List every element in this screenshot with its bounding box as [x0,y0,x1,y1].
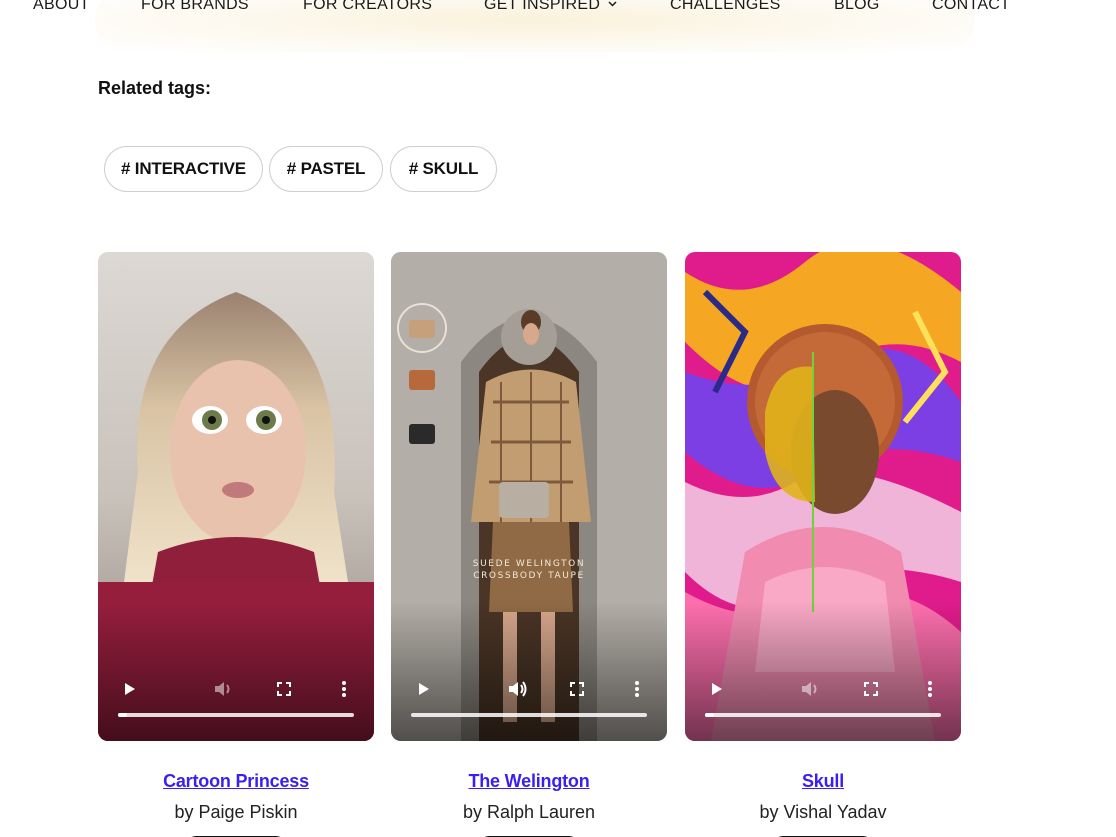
card-title-link[interactable]: Cartoon Princess [98,771,374,792]
nav-item-challenges[interactable]: CHALLENGES [670,0,781,15]
effect-card-cartoon-princess: Cartoon Princess by Paige Piskin [98,252,374,837]
tag-pastel[interactable]: # PASTEL [269,146,383,192]
video-controls [685,677,961,701]
play-icon[interactable] [117,677,141,701]
volume-icon[interactable] [798,677,822,701]
overlay-caption-line-1: SUEDE WELINGTON [472,559,586,569]
video-controls-shade [685,601,961,741]
overlay-caption-line-2: CROSSBODY TAUPE [473,571,585,581]
video-progress-fill [705,713,715,717]
video-progress-bar[interactable] [411,713,647,717]
nav-item-contact[interactable]: CONTACT [932,0,1010,15]
more-vertical-icon[interactable] [918,677,942,701]
more-vertical-icon[interactable] [625,677,649,701]
more-vertical-icon[interactable] [332,677,356,701]
effect-card-the-welington: SUEDE WELINGTON CROSSBODY TAUPE The Weli… [391,252,667,837]
card-author: by Vishal Yadav [759,802,887,822]
card-author: by Paige Piskin [174,802,298,822]
tag-interactive[interactable]: # INTERACTIVE [104,146,263,192]
video-progress-bar[interactable] [705,713,941,717]
video-controls [391,677,667,701]
video-progress-bar[interactable] [118,713,354,717]
video-controls [98,677,374,701]
video-player[interactable]: SUEDE WELINGTON CROSSBODY TAUPE [391,252,667,741]
card-author: by Ralph Lauren [462,802,596,822]
video-controls-shade [391,601,667,741]
nav-item-about[interactable]: ABOUT [33,0,90,15]
nav-item-get-inspired[interactable]: GET INSPIRED [484,0,617,15]
play-icon[interactable] [411,677,435,701]
nav-item-for-brands[interactable]: FOR BRANDS [141,0,249,15]
nav-item-for-creators[interactable]: FOR CREATORS [303,0,432,15]
card-title-link[interactable]: The Welington [391,771,667,792]
top-navigation: ABOUT FOR BRANDS FOR CREATORS GET INSPIR… [0,0,1116,19]
video-player[interactable] [98,252,374,741]
video-progress-fill [118,713,128,717]
nav-item-get-inspired-label: GET INSPIRED [484,0,601,13]
fullscreen-icon[interactable] [859,677,883,701]
effect-card-skull: Skull by Vishal Yadav [685,252,961,837]
video-overlay-caption: SUEDE WELINGTON CROSSBODY TAUPE [391,558,667,582]
related-tags-heading: Related tags: [98,78,212,98]
tag-skull[interactable]: # SKULL [390,146,497,192]
chevron-down-icon [608,0,617,15]
fullscreen-icon[interactable] [565,677,589,701]
card-title-link[interactable]: Skull [685,771,961,792]
volume-icon[interactable] [211,677,235,701]
fullscreen-icon[interactable] [272,677,296,701]
volume-icon[interactable] [505,677,529,701]
video-controls-shade [98,601,374,741]
nav-item-blog[interactable]: BLOG [834,0,880,15]
video-player[interactable] [685,252,961,741]
play-icon[interactable] [704,677,728,701]
